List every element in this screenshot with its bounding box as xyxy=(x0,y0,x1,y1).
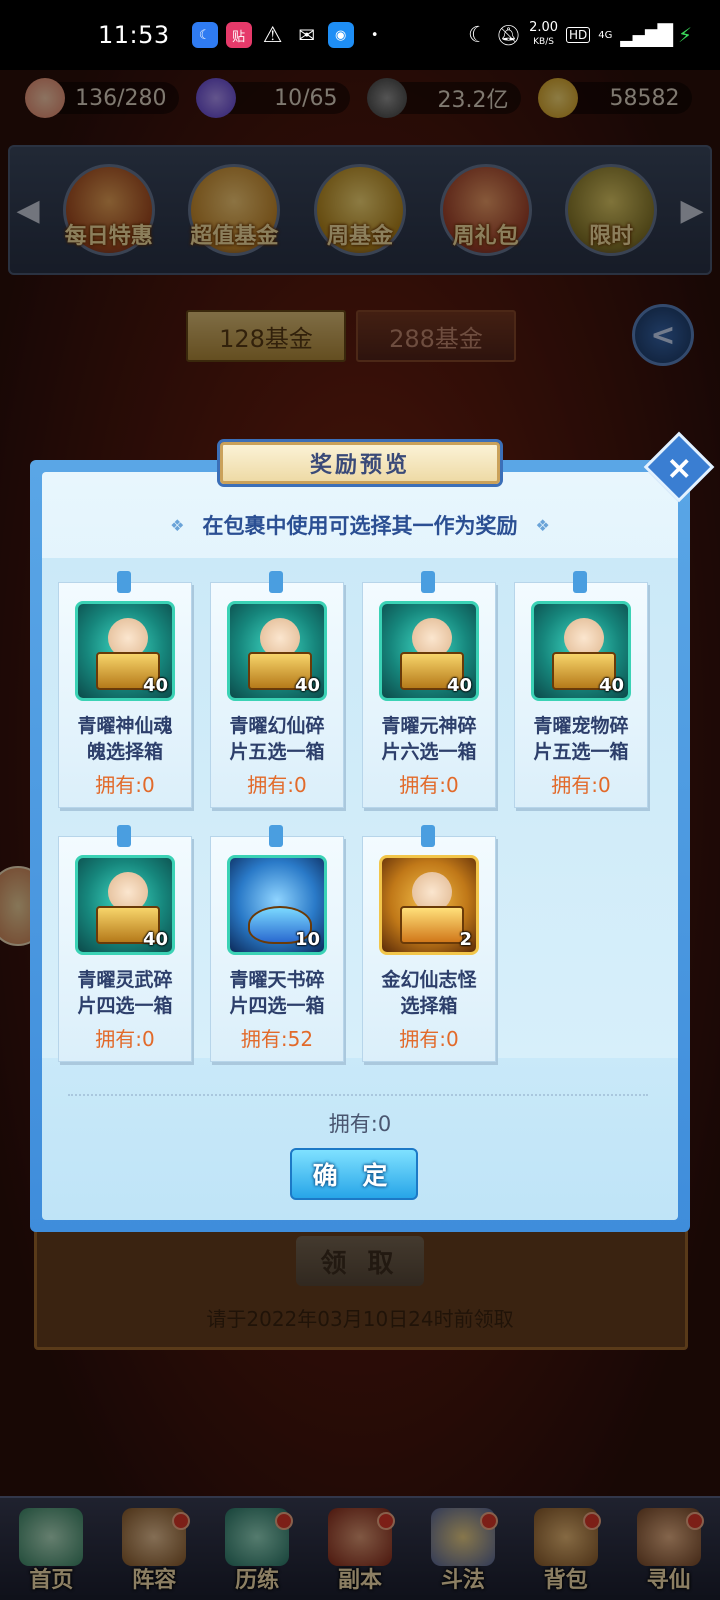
item-name-line1: 青曜神仙魂 xyxy=(77,715,173,737)
diamond-ornament-icon: ❖ xyxy=(170,515,185,535)
item-count: 40 xyxy=(598,675,624,696)
pin-icon xyxy=(269,571,283,593)
pin-icon xyxy=(269,825,283,847)
item-count: 40 xyxy=(142,929,168,950)
item-name-line2: 片五选一箱 xyxy=(533,741,629,763)
close-icon: × xyxy=(665,448,693,486)
treasure-chest-icon: 40 xyxy=(75,601,175,701)
network-speed: 2.00 KB/S xyxy=(529,21,558,49)
bag-icon: 10 xyxy=(227,855,327,955)
camera-app-icon: ◉ xyxy=(327,22,354,48)
more-notifications-dot-icon: • xyxy=(370,27,379,43)
reward-preview-modal: ❖ 在包裹中使用可选择其一作为奖励 ❖ 40 青曜神仙魂 魄选择箱 拥有:0 4… xyxy=(30,431,715,1232)
network-speed-value: 2.00 xyxy=(529,20,559,35)
item-name-line2: 选择箱 xyxy=(400,995,458,1017)
reward-item-card[interactable]: 2 金幻仙志怪 选择箱 拥有:0 xyxy=(362,825,496,1062)
item-owned: 拥有:0 xyxy=(95,773,155,797)
item-owned: 拥有:0 xyxy=(399,1027,459,1051)
treasure-chest-icon: 40 xyxy=(227,601,327,701)
charging-icon: ⚡ xyxy=(677,23,692,47)
clock: 11:53 xyxy=(98,21,170,49)
item-owned: 拥有:52 xyxy=(240,1027,314,1051)
reward-items-grid: 40 青曜神仙魂 魄选择箱 拥有:0 40 青曜幻仙碎 片五选一箱 拥有:0 4… xyxy=(42,558,678,1062)
owned-total: 拥有:0 xyxy=(328,1112,392,1136)
pin-icon xyxy=(421,825,435,847)
item-owned: 拥有:0 xyxy=(399,773,459,797)
status-bar: 11:53 ☾ 贴 ⚠ ✉ ◉ • ☾ 🔕︎ 2.00 KB/S HD 4G ▂… xyxy=(0,0,720,70)
item-owned: 拥有:0 xyxy=(551,773,611,797)
item-name: 青曜神仙魂 魄选择箱 xyxy=(59,713,191,765)
reward-item-card[interactable]: 40 青曜神仙魂 魄选择箱 拥有:0 xyxy=(58,571,192,808)
tieba-app-icon: 贴 xyxy=(225,22,252,48)
signal-type: 4G xyxy=(598,29,613,41)
item-name-line2: 片五选一箱 xyxy=(229,741,325,763)
item-name-line1: 青曜幻仙碎 xyxy=(229,715,325,737)
golden-chest-icon: 2 xyxy=(379,855,479,955)
chest-shape xyxy=(400,906,464,944)
pin-icon xyxy=(117,825,131,847)
item-count: 10 xyxy=(294,929,320,950)
warning-icon: ⚠ xyxy=(262,22,283,48)
item-name: 金幻仙志怪 选择箱 xyxy=(363,967,495,1019)
wechat-icon: ✉ xyxy=(298,23,316,47)
modal-subtitle: 在包裹中使用可选择其一作为奖励 xyxy=(202,514,518,538)
item-name-line1: 青曜天书碎 xyxy=(229,969,325,991)
reward-item-card[interactable]: 40 青曜宠物碎 片五选一箱 拥有:0 xyxy=(514,571,648,808)
mute-bell-icon: 🔕︎ xyxy=(495,23,522,47)
do-not-disturb-icon: ☾ xyxy=(467,22,488,48)
item-count: 40 xyxy=(446,675,472,696)
item-name-line2: 片六选一箱 xyxy=(381,741,477,763)
item-name: 青曜天书碎 片四选一箱 xyxy=(211,967,343,1019)
reward-item-card[interactable]: 40 青曜元神碎 片六选一箱 拥有:0 xyxy=(362,571,496,808)
modal-body: ❖ 在包裹中使用可选择其一作为奖励 ❖ 40 青曜神仙魂 魄选择箱 拥有:0 4… xyxy=(42,472,678,1220)
pin-icon xyxy=(117,571,131,593)
item-name-line2: 片四选一箱 xyxy=(77,995,173,1017)
item-count: 40 xyxy=(294,675,320,696)
item-count: 40 xyxy=(142,675,168,696)
confirm-button[interactable]: 确 定 xyxy=(290,1148,418,1200)
item-name: 青曜幻仙碎 片五选一箱 xyxy=(211,713,343,765)
reward-item-card[interactable]: 40 青曜幻仙碎 片五选一箱 拥有:0 xyxy=(210,571,344,808)
item-name-line1: 青曜宠物碎 xyxy=(533,715,629,737)
treasure-chest-icon: 40 xyxy=(75,855,175,955)
item-name-line2: 魄选择箱 xyxy=(86,741,163,763)
item-name: 青曜宠物碎 片五选一箱 xyxy=(515,713,647,765)
hd-badge: HD xyxy=(566,27,591,43)
reward-item-card[interactable]: 40 青曜灵武碎 片四选一箱 拥有:0 xyxy=(58,825,192,1062)
diamond-ornament-icon: ❖ xyxy=(535,515,550,535)
network-speed-unit: KB/S xyxy=(533,37,554,47)
treasure-chest-icon: 40 xyxy=(531,601,631,701)
item-count: 2 xyxy=(459,929,472,950)
item-owned: 拥有:0 xyxy=(95,1027,155,1051)
treasure-chest-icon: 40 xyxy=(379,601,479,701)
item-name: 青曜灵武碎 片四选一箱 xyxy=(59,967,191,1019)
moon-app-icon: ☾ xyxy=(191,22,218,48)
modal-title: 奖励预览 xyxy=(220,442,500,484)
modal-frame: ❖ 在包裹中使用可选择其一作为奖励 ❖ 40 青曜神仙魂 魄选择箱 拥有:0 4… xyxy=(30,460,690,1232)
item-name-line2: 片四选一箱 xyxy=(229,995,325,1017)
signal-bars-icon: ▂▄▆█ xyxy=(620,23,673,47)
item-name-line1: 青曜元神碎 xyxy=(381,715,477,737)
pin-icon xyxy=(421,571,435,593)
modal-subtitle-row: ❖ 在包裹中使用可选择其一作为奖励 ❖ xyxy=(42,502,678,548)
item-name-line1: 金幻仙志怪 xyxy=(381,969,477,991)
pin-icon xyxy=(573,571,587,593)
reward-item-card[interactable]: 10 青曜天书碎 片四选一箱 拥有:52 xyxy=(210,825,344,1062)
item-name: 青曜元神碎 片六选一箱 xyxy=(363,713,495,765)
item-owned: 拥有:0 xyxy=(247,773,307,797)
divider xyxy=(68,1094,648,1096)
item-name-line1: 青曜灵武碎 xyxy=(77,969,173,991)
